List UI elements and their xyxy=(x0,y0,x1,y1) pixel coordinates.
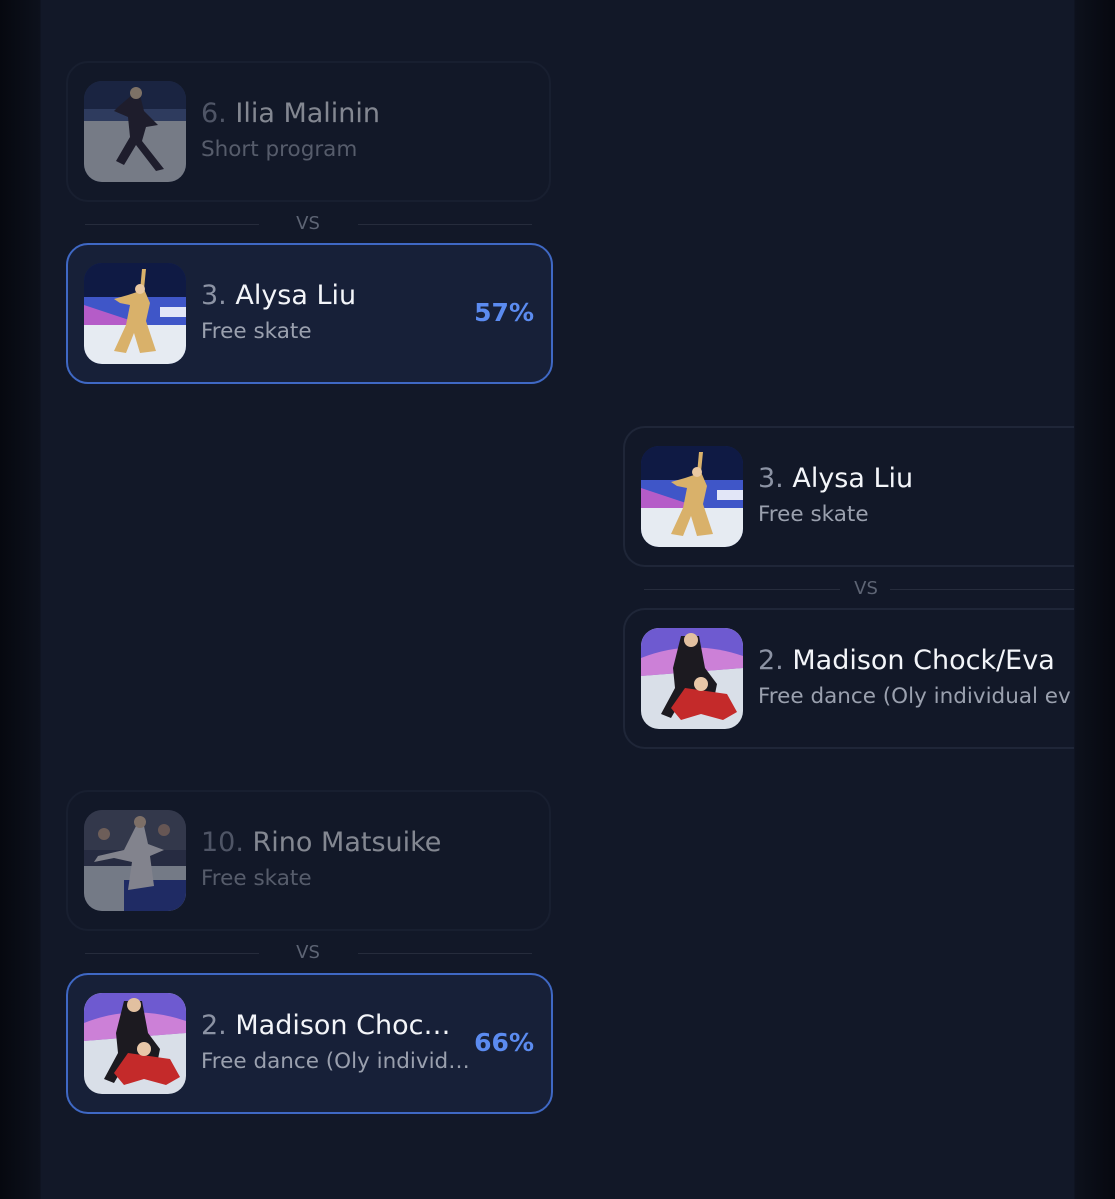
skater-photo-chock-bates xyxy=(641,628,743,729)
skater-name: Alysa Liu xyxy=(792,463,914,494)
vs-divider: VS xyxy=(85,214,532,234)
divider-line xyxy=(358,224,532,225)
vs-label: VS xyxy=(854,578,878,599)
divider-line xyxy=(85,953,259,954)
event-label: Free dance (Oly individ… xyxy=(201,1049,470,1074)
event-label: Short program xyxy=(201,137,358,162)
divider-line xyxy=(644,589,840,590)
app-frame: 6. Ilia Malinin Short program VS 3. Alys… xyxy=(0,0,1115,1199)
skater-photo-liu xyxy=(641,446,743,547)
event-label: Free dance (Oly individual ev xyxy=(758,684,1071,709)
divider-line xyxy=(358,953,532,954)
skater-name-line: 3. Alysa Liu xyxy=(201,278,356,314)
skater-photo-matsuike xyxy=(84,810,186,911)
event-label: Free skate xyxy=(201,866,312,891)
divider-line xyxy=(85,224,259,225)
matchup-3-bottom-card[interactable]: 2. Madison Choc… Free dance (Oly individ… xyxy=(66,973,553,1114)
skater-name: Madison Chock/Eva xyxy=(792,645,1055,676)
matchup-1-bottom-card[interactable]: 3. Alysa Liu Free skate 57% xyxy=(66,243,553,384)
bracket-panel: 6. Ilia Malinin Short program VS 3. Alys… xyxy=(41,0,1074,1199)
vs-divider: VS xyxy=(644,579,1074,599)
skater-name: Ilia Malinin xyxy=(235,98,381,129)
seed-number: 2. xyxy=(758,645,784,676)
skater-name-line: 2. Madison Chock/Eva xyxy=(758,643,1055,679)
seed-number: 6. xyxy=(201,98,227,129)
seed-number: 3. xyxy=(758,463,784,494)
skater-photo-liu xyxy=(84,263,186,364)
matchup-1-top-card[interactable]: 6. Ilia Malinin Short program xyxy=(66,61,551,202)
skater-name-line: 6. Ilia Malinin xyxy=(201,96,380,132)
skater-photo-chock-bates xyxy=(84,993,186,1094)
vote-percentage: 66% xyxy=(474,1028,534,1057)
vs-label: VS xyxy=(296,942,320,963)
matchup-2-bottom-card[interactable]: 2. Madison Chock/Eva Free dance (Oly ind… xyxy=(623,608,1074,749)
divider-line xyxy=(890,589,1074,590)
vs-divider: VS xyxy=(85,943,532,963)
vote-percentage: 57% xyxy=(474,298,534,327)
skater-name: Alysa Liu xyxy=(235,280,357,311)
skater-name: Madison Choc… xyxy=(235,1010,451,1041)
skater-name-line: 3. Alysa Liu xyxy=(758,461,913,497)
skater-name-line: 2. Madison Choc… xyxy=(201,1008,450,1044)
seed-number: 2. xyxy=(201,1010,227,1041)
event-label: Free skate xyxy=(758,502,869,527)
seed-number: 10. xyxy=(201,827,244,858)
vs-label: VS xyxy=(296,213,320,234)
skater-photo-malinin xyxy=(84,81,186,182)
skater-name: Rino Matsuike xyxy=(252,827,442,858)
seed-number: 3. xyxy=(201,280,227,311)
skater-name-line: 10. Rino Matsuike xyxy=(201,825,441,861)
matchup-2-top-card[interactable]: 3. Alysa Liu Free skate xyxy=(623,426,1074,567)
matchup-3-top-card[interactable]: 10. Rino Matsuike Free skate xyxy=(66,790,551,931)
event-label: Free skate xyxy=(201,319,312,344)
